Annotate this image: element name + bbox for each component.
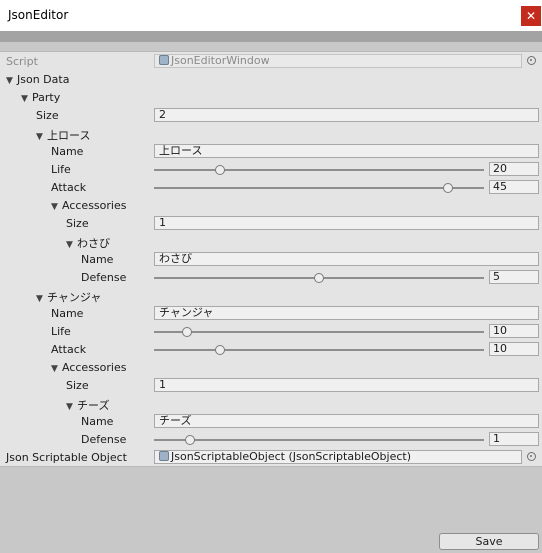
json-data-foldout[interactable]: ▼ Json Data bbox=[0, 71, 542, 89]
slider-thumb[interactable] bbox=[182, 327, 192, 337]
member1-acc-size-label: Size bbox=[66, 217, 89, 230]
member2-attack-slider[interactable] bbox=[154, 342, 484, 358]
party-size-label: Size bbox=[36, 109, 59, 122]
member2-name-row: Name チャンジャ bbox=[0, 305, 542, 323]
member1-acc-name-label: Name bbox=[81, 253, 114, 266]
member2-life-row: Life 10 bbox=[0, 323, 542, 341]
script-asset-icon bbox=[159, 55, 169, 65]
member2-acc-item-foldout[interactable]: ▼ チーズ bbox=[0, 395, 542, 413]
foldout-arrow-icon: ▼ bbox=[36, 294, 43, 304]
scriptable-asset-icon bbox=[159, 451, 169, 461]
member1-acc-header: わさび bbox=[77, 237, 110, 250]
member1-name-field[interactable]: 上ロース bbox=[154, 144, 539, 158]
slider-thumb[interactable] bbox=[314, 273, 324, 283]
member2-acc-defense-slider[interactable] bbox=[154, 432, 484, 448]
foldout-arrow-icon: ▼ bbox=[6, 76, 13, 86]
member1-life-field[interactable]: 20 bbox=[489, 162, 539, 176]
party-size-field[interactable]: 2 bbox=[154, 108, 539, 122]
foldout-arrow-icon: ▼ bbox=[21, 94, 28, 104]
member1-life-label: Life bbox=[51, 163, 71, 176]
slider-thumb[interactable] bbox=[215, 345, 225, 355]
slider-track bbox=[154, 187, 484, 189]
member1-header: 上ロース bbox=[47, 129, 91, 142]
object-picker-icon[interactable] bbox=[527, 56, 536, 65]
member2-acc-header: チーズ bbox=[77, 399, 110, 412]
script-row: Script JsonEditorWindow bbox=[0, 53, 542, 71]
member2-attack-field[interactable]: 10 bbox=[489, 342, 539, 356]
member1-acc-defense-slider[interactable] bbox=[154, 270, 484, 286]
member1-name-row: Name 上ロース bbox=[0, 143, 542, 161]
script-label: Script bbox=[6, 55, 38, 68]
member2-acc-defense-row: Defense 1 bbox=[0, 431, 542, 449]
member2-name-label: Name bbox=[51, 307, 84, 320]
script-value: JsonEditorWindow bbox=[171, 54, 270, 67]
save-button[interactable]: Save bbox=[439, 533, 539, 550]
member1-acc-name-row: Name わさび bbox=[0, 251, 542, 269]
script-field[interactable]: JsonEditorWindow bbox=[154, 54, 522, 68]
member1-acc-size-field[interactable]: 1 bbox=[154, 216, 539, 230]
member2-accessories-foldout[interactable]: ▼ Accessories bbox=[0, 359, 542, 377]
title-bar: JsonEditor ✕ bbox=[0, 0, 542, 31]
party-label: Party bbox=[32, 91, 61, 104]
member1-acc-defense-row: Defense 5 bbox=[0, 269, 542, 287]
party-size-row: Size 2 bbox=[0, 107, 542, 125]
member1-attack-field[interactable]: 45 bbox=[489, 180, 539, 194]
member1-acc-defense-label: Defense bbox=[81, 271, 127, 284]
member2-acc-size-row: Size 1 bbox=[0, 377, 542, 395]
slider-track bbox=[154, 349, 484, 351]
member1-acc-item-foldout[interactable]: ▼ わさび bbox=[0, 233, 542, 251]
member2-acc-name-label: Name bbox=[81, 415, 114, 428]
scriptable-row: Json Scriptable Object JsonScriptableObj… bbox=[0, 449, 542, 467]
json-data-label: Json Data bbox=[17, 73, 70, 86]
member2-life-slider[interactable] bbox=[154, 324, 484, 340]
member2-acc-size-label: Size bbox=[66, 379, 89, 392]
party-foldout[interactable]: ▼ Party bbox=[0, 89, 542, 107]
member2-attack-label: Attack bbox=[51, 343, 87, 356]
member2-attack-row: Attack 10 bbox=[0, 341, 542, 359]
object-picker-icon[interactable] bbox=[527, 452, 536, 461]
member2-acc-defense-label: Defense bbox=[81, 433, 127, 446]
window-title: JsonEditor bbox=[8, 8, 69, 22]
member2-acc-name-row: Name チーズ bbox=[0, 413, 542, 431]
inspector-panel: Script JsonEditorWindow ▼ Json Data ▼ Part… bbox=[0, 51, 542, 467]
foldout-arrow-icon: ▼ bbox=[66, 240, 73, 250]
foldout-arrow-icon: ▼ bbox=[51, 364, 58, 374]
member2-life-field[interactable]: 10 bbox=[489, 324, 539, 338]
member1-acc-defense-field[interactable]: 5 bbox=[489, 270, 539, 284]
member2-name-field[interactable]: チャンジャ bbox=[154, 306, 539, 320]
member1-acc-size-row: Size 1 bbox=[0, 215, 542, 233]
member2-foldout[interactable]: ▼ チャンジャ bbox=[0, 287, 542, 305]
slider-track bbox=[154, 169, 484, 171]
member1-attack-row: Attack 45 bbox=[0, 179, 542, 197]
slider-thumb[interactable] bbox=[215, 165, 225, 175]
tab-strip bbox=[0, 31, 542, 42]
foldout-arrow-icon: ▼ bbox=[36, 132, 43, 142]
member1-name-label: Name bbox=[51, 145, 84, 158]
slider-track bbox=[154, 331, 484, 333]
member1-attack-label: Attack bbox=[51, 181, 87, 194]
scriptable-label: Json Scriptable Object bbox=[6, 451, 127, 464]
scriptable-value: JsonScriptableObject (JsonScriptableObje… bbox=[171, 450, 411, 463]
member2-header: チャンジャ bbox=[47, 291, 102, 304]
member1-attack-slider[interactable] bbox=[154, 180, 484, 196]
slider-track bbox=[154, 439, 484, 441]
member2-acc-name-field[interactable]: チーズ bbox=[154, 414, 539, 428]
slider-thumb[interactable] bbox=[185, 435, 196, 445]
member1-foldout[interactable]: ▼ 上ロース bbox=[0, 125, 542, 143]
scriptable-field[interactable]: JsonScriptableObject (JsonScriptableObje… bbox=[154, 450, 522, 464]
member1-life-row: Life 20 bbox=[0, 161, 542, 179]
member1-accessories-foldout[interactable]: ▼ Accessories bbox=[0, 197, 542, 215]
member1-life-slider[interactable] bbox=[154, 162, 484, 178]
member2-life-label: Life bbox=[51, 325, 71, 338]
member2-accessories-label: Accessories bbox=[62, 361, 127, 374]
foldout-arrow-icon: ▼ bbox=[51, 202, 58, 212]
slider-thumb[interactable] bbox=[442, 183, 453, 193]
member2-acc-size-field[interactable]: 1 bbox=[154, 378, 539, 392]
member2-acc-defense-field[interactable]: 1 bbox=[489, 432, 539, 446]
foldout-arrow-icon: ▼ bbox=[66, 402, 73, 412]
member1-acc-name-field[interactable]: わさび bbox=[154, 252, 539, 266]
close-button[interactable]: ✕ bbox=[521, 6, 541, 26]
member1-accessories-label: Accessories bbox=[62, 199, 127, 212]
